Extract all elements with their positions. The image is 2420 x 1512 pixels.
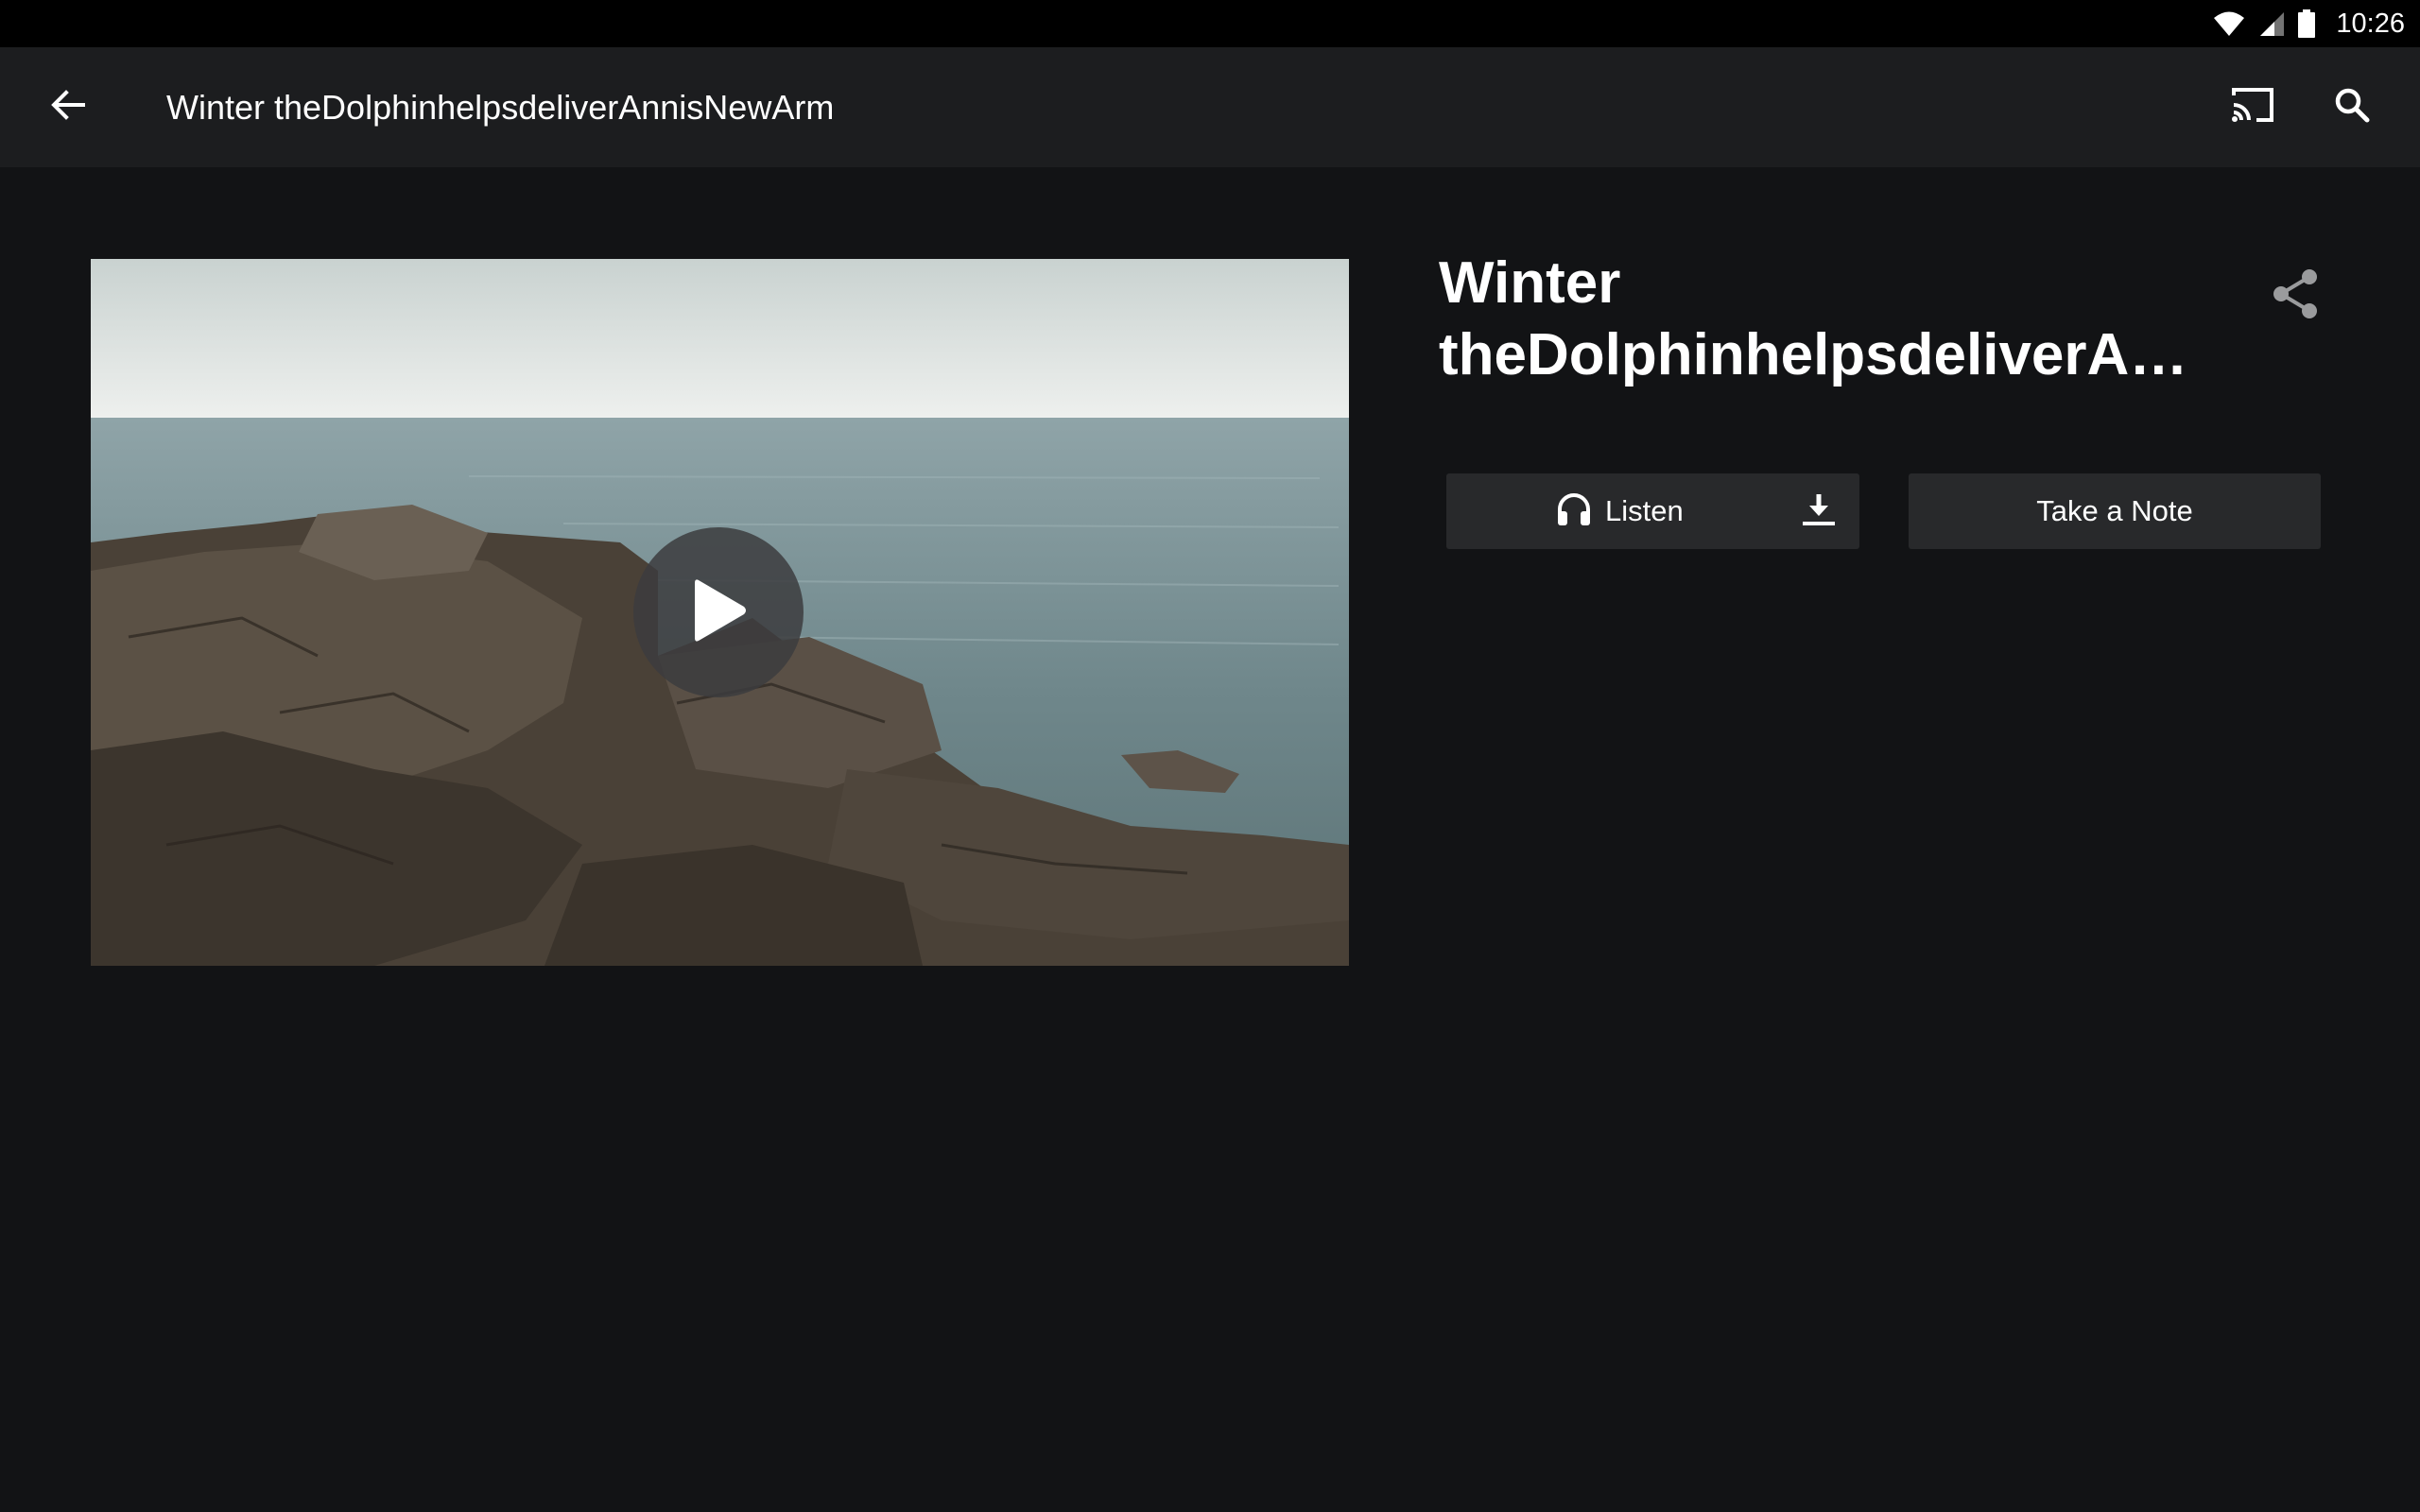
- take-a-note-button[interactable]: Take a Note: [1909, 473, 2321, 549]
- episode-title-line-1: Winter: [1439, 250, 1621, 316]
- headphones-icon: [1556, 492, 1592, 531]
- episode-title-line-2: theDolphinhelpsdeliverAn…: [1439, 322, 2214, 387]
- status-bar: 10:26: [0, 0, 2420, 47]
- listen-button[interactable]: Listen: [1446, 473, 1859, 549]
- listen-label: Listen: [1605, 494, 1684, 527]
- share-icon: [2270, 267, 2321, 325]
- search-button[interactable]: [2318, 74, 2386, 142]
- search-icon: [2333, 86, 2371, 129]
- back-button[interactable]: [38, 77, 98, 138]
- listen-content: Listen: [1556, 473, 1684, 549]
- take-a-note-label: Take a Note: [2036, 494, 2193, 527]
- download-icon: [1800, 490, 1838, 533]
- video-thumbnail[interactable]: [91, 259, 1349, 966]
- play-button[interactable]: [633, 527, 804, 697]
- wifi-icon: [2213, 10, 2245, 37]
- play-icon: [685, 575, 752, 651]
- cellular-signal-icon: [2258, 10, 2285, 37]
- app-bar: Winter theDolphinhelpsdeliverAnnisNewArm: [0, 47, 2420, 167]
- cast-button[interactable]: [2219, 74, 2287, 142]
- back-arrow-icon: [49, 86, 87, 129]
- battery-icon: [2298, 9, 2316, 38]
- toolbar-title: Winter theDolphinhelpsdeliverAnnisNewArm: [166, 87, 835, 127]
- share-button[interactable]: [2259, 263, 2331, 329]
- cast-icon: [2230, 86, 2275, 129]
- download-button[interactable]: [1789, 481, 1849, 541]
- status-clock: 10:26: [2336, 8, 2405, 39]
- episode-title: Winter theDolphinhelpsdeliverAn…: [1439, 248, 2214, 391]
